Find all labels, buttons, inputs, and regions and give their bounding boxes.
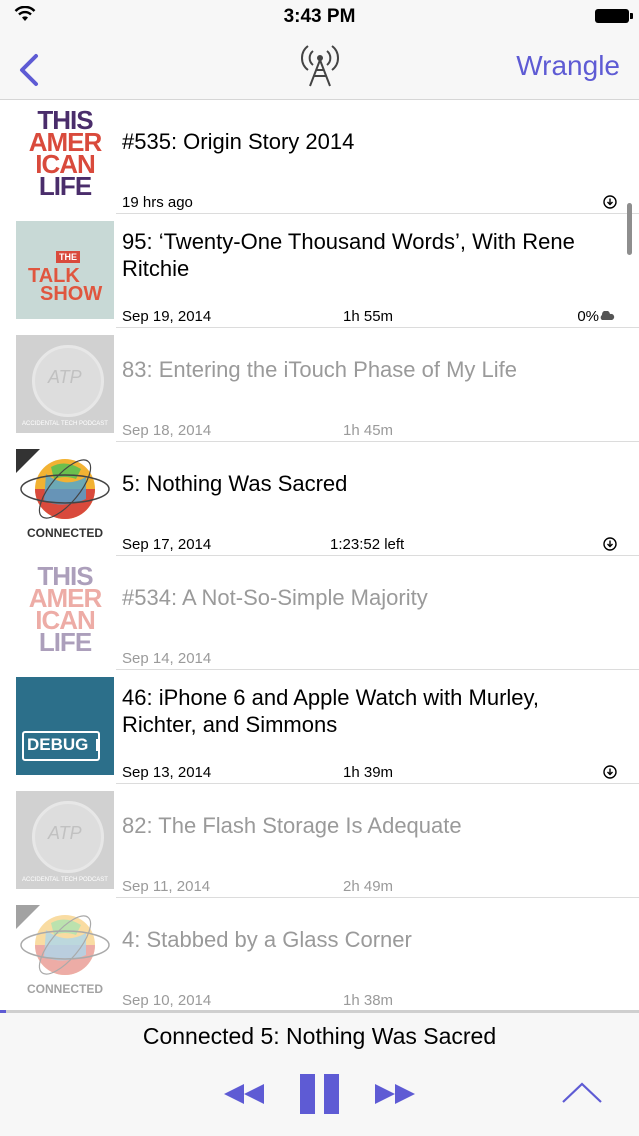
episode-title: 95: ‘Twenty-One Thousand Words’, With Re… xyxy=(122,229,575,281)
artwork-the-talk-show: THE TALK SHOW xyxy=(16,221,114,319)
episode-list[interactable]: THIS AMER ICAN LIFE #535: Origin Story 2… xyxy=(0,100,639,1010)
episode-row[interactable]: ATP ACCIDENTAL TECH PODCAST 82: The Flas… xyxy=(0,784,639,898)
episode-title: #535: Origin Story 2014 xyxy=(122,128,355,154)
episode-duration: 2h 49m xyxy=(343,878,394,895)
episode-date: Sep 17, 2014 xyxy=(122,536,212,553)
episode-title: 46: iPhone 6 and Apple Watch with Murley… xyxy=(122,685,540,737)
artwork-this-american-life: THIS AMER ICAN LIFE xyxy=(16,107,114,207)
episode-duration: 1h 45m xyxy=(343,422,394,439)
download-icon[interactable] xyxy=(603,537,617,551)
playback-progress-track[interactable] xyxy=(0,1010,639,1013)
episode-date: Sep 13, 2014 xyxy=(122,764,212,781)
chevron-up-icon[interactable] xyxy=(560,1080,604,1106)
download-icon[interactable] xyxy=(603,195,617,209)
episode-row[interactable]: CONNECTED 5: Nothing Was Sacred Sep 17, … xyxy=(0,442,639,556)
scroll-indicator[interactable] xyxy=(627,203,632,255)
episode-time-left: 1:23:52 left xyxy=(330,536,405,553)
download-progress: 0% xyxy=(577,308,599,325)
broadcast-tower-icon[interactable] xyxy=(300,42,340,88)
artwork-connected: CONNECTED xyxy=(16,449,114,547)
battery-icon xyxy=(595,9,633,23)
wrangle-button[interactable]: Wrangle xyxy=(516,50,620,82)
episode-title: 82: The Flash Storage Is Adequate xyxy=(122,812,462,838)
episode-row[interactable]: ATP ACCIDENTAL TECH PODCAST 83: Entering… xyxy=(0,328,639,442)
artwork-accidental-tech-podcast: ATP ACCIDENTAL TECH PODCAST xyxy=(16,791,114,889)
episode-title: 83: Entering the iTouch Phase of My Life xyxy=(122,356,518,382)
episode-duration: 1h 38m xyxy=(343,992,394,1009)
now-playing-bar: Connected 5: Nothing Was Sacred xyxy=(0,1010,639,1136)
episode-date: Sep 18, 2014 xyxy=(122,422,212,439)
episode-date: Sep 11, 2014 xyxy=(122,878,211,895)
back-chevron-icon[interactable] xyxy=(14,50,44,90)
episode-duration: 1h 55m xyxy=(343,308,394,325)
episode-row[interactable]: DEBUG 46: iPhone 6 and Apple Watch with … xyxy=(0,670,639,784)
artwork-debug: DEBUG xyxy=(16,677,114,775)
fast-forward-icon[interactable] xyxy=(373,1082,417,1106)
pause-icon[interactable] xyxy=(298,1072,342,1116)
episode-row[interactable]: THIS AMER ICAN LIFE #535: Origin Story 2… xyxy=(0,100,639,214)
episode-title: #534: A Not-So-Simple Majority xyxy=(122,584,428,610)
episode-title: 5: Nothing Was Sacred xyxy=(122,470,348,496)
episode-date: Sep 14, 2014 xyxy=(122,650,212,667)
episode-row[interactable]: THE TALK SHOW 95: ‘Twenty-One Thousand W… xyxy=(0,214,639,328)
status-bar: 3:43 PM xyxy=(0,0,639,40)
artwork-this-american-life: THIS AMER ICAN LIFE xyxy=(16,563,114,663)
episode-title: 4: Stabbed by a Glass Corner xyxy=(122,926,412,952)
episode-date: Sep 19, 2014 xyxy=(122,308,212,325)
artwork-connected: CONNECTED xyxy=(16,905,114,1003)
cloud-download-icon xyxy=(600,311,615,320)
navigation-bar: Wrangle xyxy=(0,40,639,100)
episode-date: Sep 10, 2014 xyxy=(122,992,212,1009)
episode-duration: 1h 39m xyxy=(343,764,394,781)
rewind-icon[interactable] xyxy=(222,1082,266,1106)
artwork-accidental-tech-podcast: ATP ACCIDENTAL TECH PODCAST xyxy=(16,335,114,433)
episode-row[interactable]: CONNECTED 4: Stabbed by a Glass Corner S… xyxy=(0,898,639,1010)
playback-progress-fill xyxy=(0,1010,6,1013)
status-time: 3:43 PM xyxy=(283,6,356,27)
download-icon[interactable] xyxy=(603,765,617,779)
episode-date: 19 hrs ago xyxy=(122,194,193,211)
now-playing-title[interactable]: Connected 5: Nothing Was Sacred xyxy=(0,1023,639,1050)
episode-row[interactable]: THIS AMER ICAN LIFE #534: A Not-So-Simpl… xyxy=(0,556,639,670)
